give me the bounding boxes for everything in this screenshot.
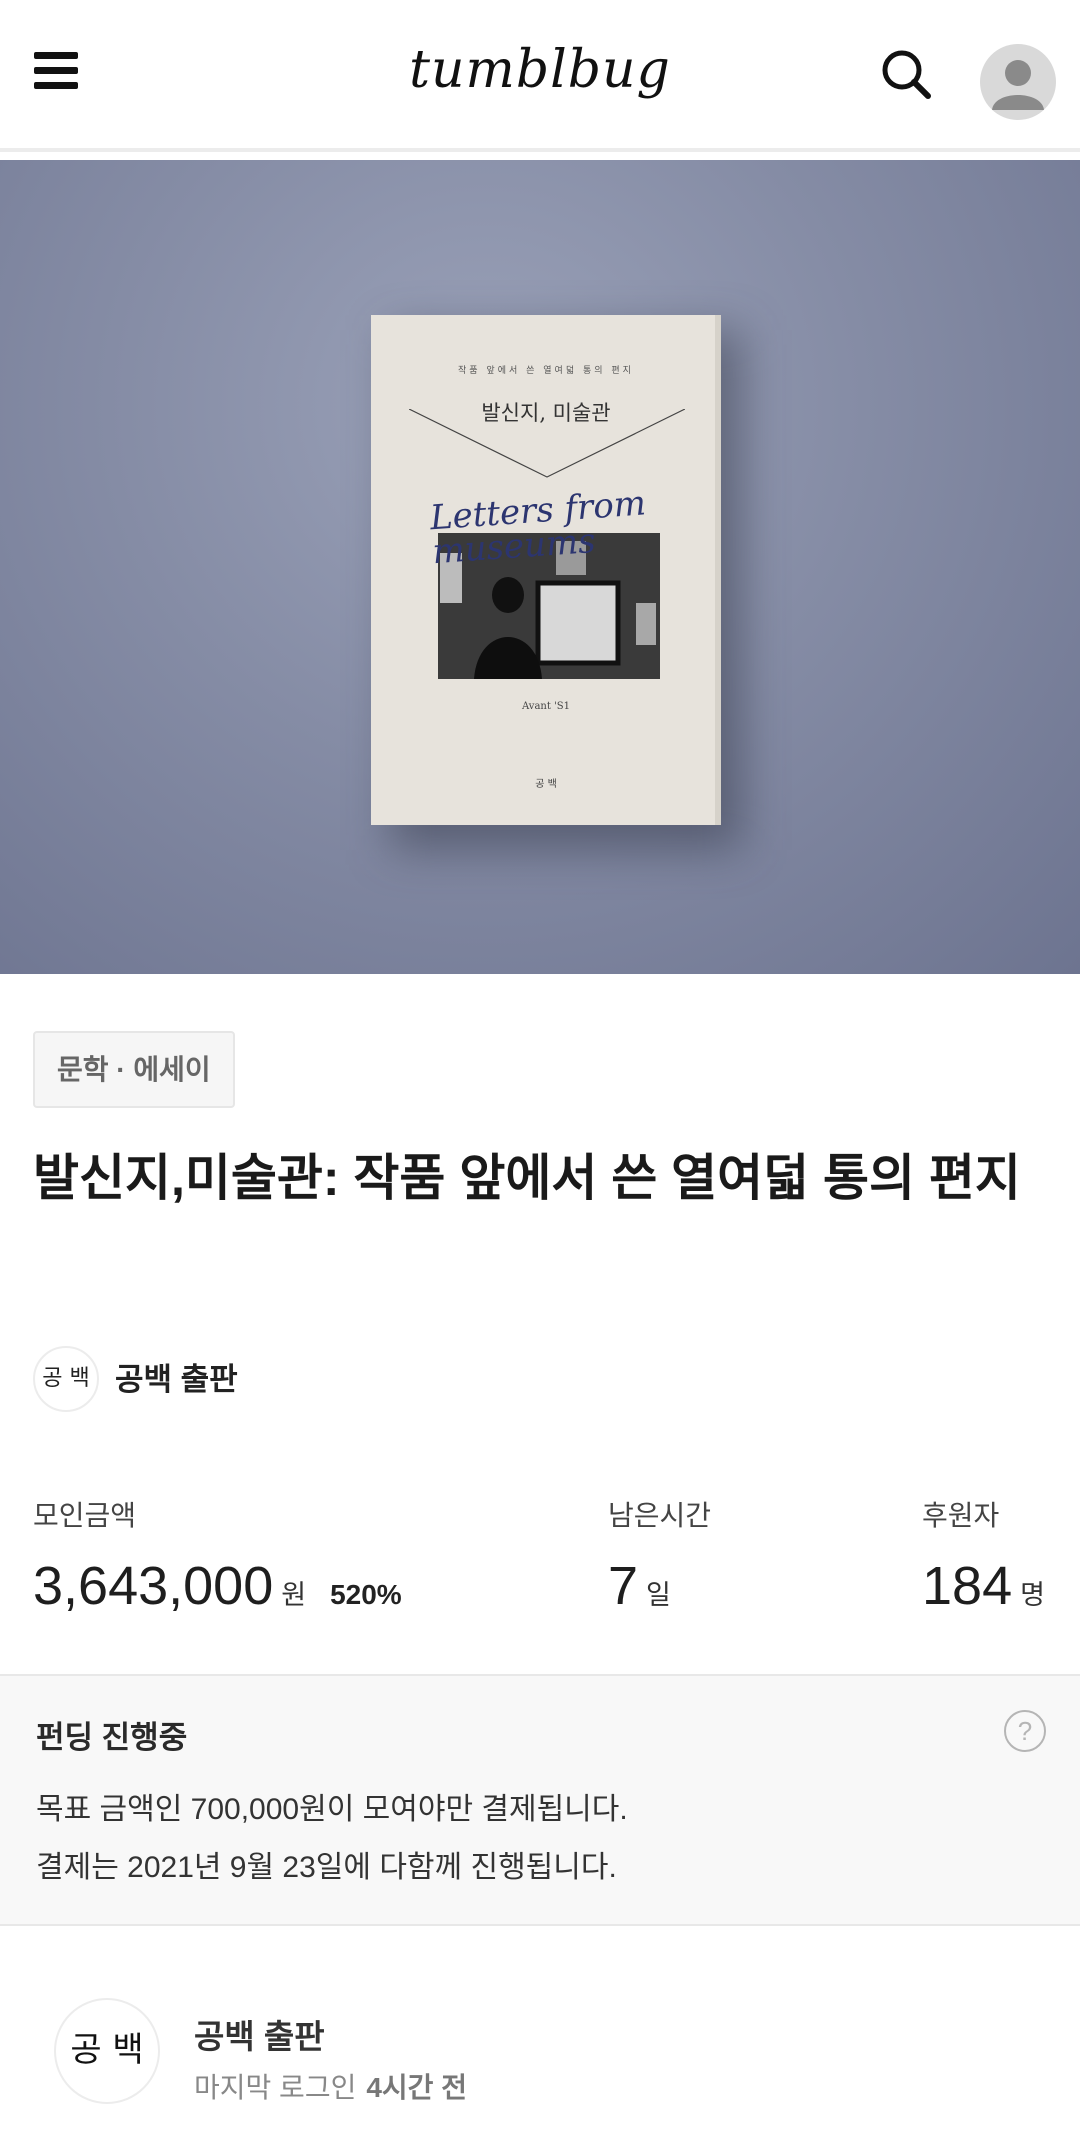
time-left-unit: 일	[646, 1580, 671, 1610]
funding-info-box: 펀딩 진행중 ? 목표 금액인 700,000원이 모여야만 결제됩니다. 결제…	[0, 1674, 1080, 1926]
funding-goal-text: 목표 금액인 700,000원이 모여야만 결제됩니다.	[36, 1793, 628, 1826]
book-publisher: 공 백	[535, 779, 557, 790]
amount-label: 모인금액	[33, 1500, 137, 1531]
last-login-value: 4시간 전	[366, 2072, 467, 2103]
amount-unit: 원	[281, 1580, 307, 1610]
funding-status-title: 펀딩 진행중	[36, 1720, 188, 1755]
book-author: Avant 'S1	[521, 701, 571, 712]
backers-unit: 명	[1020, 1580, 1045, 1610]
creator-card-name: 공백 출판	[194, 2018, 325, 2055]
amount-value: 3,643,000	[33, 1556, 274, 1616]
time-left-group: 7일	[608, 1555, 671, 1617]
category-tag[interactable]: 문학 · 에세이	[33, 1031, 235, 1108]
app-header: tumblbug	[0, 0, 1080, 152]
project-title: 발신지,미술관: 작품 앞에서 쓴 열여덟 통의 편지	[33, 1150, 1021, 1206]
backers-value: 184	[922, 1556, 1013, 1616]
backers-group: 184 명	[922, 1555, 1045, 1617]
creator-logo: 공 백	[33, 1346, 99, 1412]
creator-card-logo: 공 백	[54, 1998, 160, 2104]
user-avatar-icon[interactable]	[980, 44, 1056, 120]
last-login: 마지막 로그인 4시간 전	[194, 2066, 467, 2106]
amount-value-group: 3,643,000 원 520%	[33, 1555, 402, 1617]
funding-percent: 520%	[330, 1579, 402, 1610]
creator-name: 공백 출판	[115, 1362, 238, 1397]
question-circle-icon[interactable]: ?	[1004, 1710, 1046, 1752]
last-login-label: 마지막 로그인	[194, 2072, 357, 2103]
time-left-label: 남은시간	[608, 1500, 712, 1531]
book-subtitle: 작품 앞에서 쓴 열여덟 통의 편지	[458, 366, 634, 376]
backers-label: 후원자	[922, 1500, 1000, 1531]
time-left-value: 7	[608, 1556, 639, 1616]
search-icon[interactable]	[878, 46, 934, 102]
project-cover-image: 작품 앞에서 쓴 열여덟 통의 편지 발신지, 미술관 Letters from…	[0, 160, 1080, 974]
book-envelope-lines	[409, 409, 685, 478]
funding-payment-date-text: 결제는 2021년 9월 23일에 다함께 진행됩니다.	[36, 1851, 617, 1884]
book-cover: 작품 앞에서 쓴 열여덟 통의 편지 발신지, 미술관 Letters from…	[371, 315, 721, 825]
